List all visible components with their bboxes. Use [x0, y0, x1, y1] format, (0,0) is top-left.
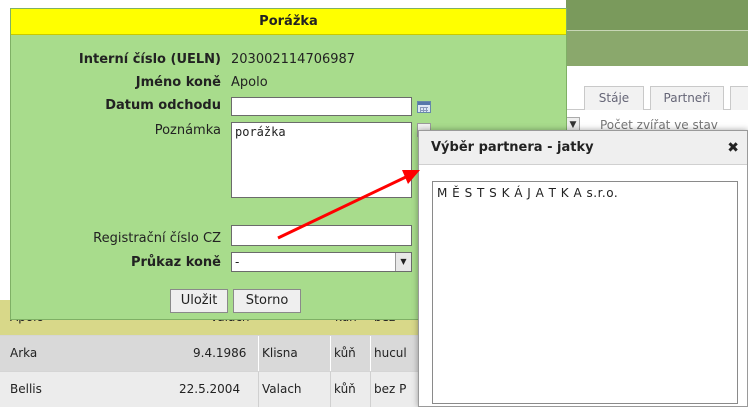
cell-date: 9.4.1986: [193, 346, 247, 360]
cell-name: Bellis: [10, 382, 42, 396]
table-row[interactable]: Bellis 22.5.2004 Valach kůň bez P: [0, 372, 420, 407]
departure-date-input[interactable]: [231, 97, 412, 116]
partner-list[interactable]: M Ě S T S K Á J A T K A s.r.o.: [432, 181, 738, 404]
registration-label: Registrační číslo CZ: [93, 231, 221, 246]
list-item[interactable]: M Ě S T S K Á J A T K A s.r.o.: [437, 186, 733, 200]
departure-date-label: Datum odchodu: [105, 98, 221, 113]
note-label: Poznámka: [154, 123, 221, 138]
horse-name-label: Jméno koně: [135, 75, 221, 90]
header-subbar: [566, 30, 748, 66]
cell-type: Valach: [262, 382, 302, 396]
save-button[interactable]: Uložit: [170, 289, 228, 313]
cell-date: 22.5.2004: [179, 382, 241, 396]
tab-more[interactable]: [730, 86, 748, 110]
passport-selected-value: -: [235, 255, 240, 269]
ueln-label: Interní číslo (UELN): [78, 52, 221, 67]
cancel-button[interactable]: Storno: [233, 289, 301, 313]
close-icon[interactable]: ✖: [727, 131, 739, 165]
ueln-value: 203002114706987: [231, 52, 356, 67]
passport-select[interactable]: - ▼: [231, 252, 412, 272]
dialog-title: Porážka: [11, 9, 566, 35]
popup-title: Výběr partnera - jatky: [419, 131, 747, 165]
cell-breed: hucul: [374, 346, 407, 360]
cell-sex: kůň: [334, 346, 356, 360]
tab-partneri[interactable]: Partneři: [650, 86, 724, 110]
table-row[interactable]: Arka 9.4.1986 Klisna kůň hucul: [0, 336, 420, 372]
cell-name: Arka: [10, 346, 38, 360]
chevron-down-icon[interactable]: ▼: [395, 253, 411, 271]
registration-input[interactable]: [231, 225, 412, 246]
calendar-icon[interactable]: [417, 101, 431, 113]
cell-type: Klisna: [262, 346, 298, 360]
note-textarea[interactable]: porážka: [231, 122, 412, 198]
passport-label: Průkaz koně: [130, 255, 221, 270]
horse-name-value: Apolo: [231, 75, 268, 90]
cell-sex: kůň: [334, 382, 356, 396]
tab-staje[interactable]: Stáje: [584, 86, 644, 110]
tab-bar: Stáje Partneři: [566, 80, 748, 110]
cell-breed: bez P: [374, 382, 407, 396]
partner-popup: Výběr partnera - jatky ✖ M Ě S T S K Á J…: [418, 130, 748, 407]
